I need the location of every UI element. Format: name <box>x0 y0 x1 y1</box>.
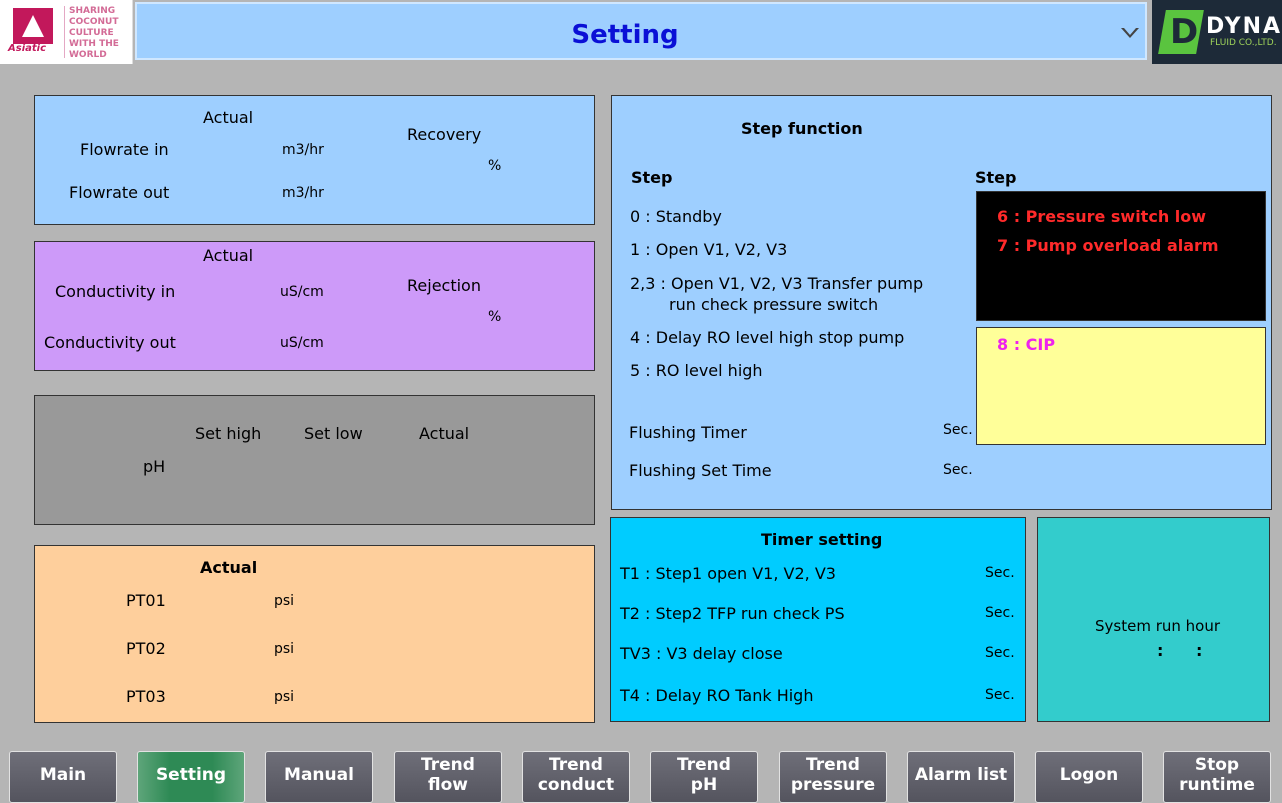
recovery-label: Recovery <box>407 125 482 144</box>
nav-manual-button[interactable]: Manual <box>265 751 373 803</box>
pt03-label: PT03 <box>126 687 166 706</box>
nav-alarm-list-button[interactable]: Alarm list <box>907 751 1015 803</box>
system-run-hour-label: System run hour <box>1095 617 1221 635</box>
step-function-title: Step function <box>741 119 863 138</box>
flowrate-out-label: Flowrate out <box>69 183 170 202</box>
cip-step-box: 8 : CIP <box>976 327 1266 445</box>
asiatic-logo: Asiatic SHARING COCONUT CULTURE WITH THE… <box>0 0 133 64</box>
recovery-unit: % <box>488 158 502 174</box>
nav-setting-button[interactable]: Setting <box>137 751 245 803</box>
flushing-set-time-label: Flushing Set Time <box>629 461 772 480</box>
alarm-step-box: 6 : Pressure switch low 7 : Pump overloa… <box>976 191 1266 321</box>
flowrate-out-unit: m3/hr <box>282 185 324 201</box>
cond-actual-label: Actual <box>203 246 254 265</box>
rejection-unit: % <box>488 309 502 325</box>
system-run-hour-panel: System run hour : : <box>1037 517 1270 722</box>
nav-trend-pressure-button[interactable]: Trend pressure <box>779 751 887 803</box>
run-hour-colon-2: : <box>1196 641 1203 660</box>
conductivity-in-label: Conductivity in <box>55 282 176 301</box>
timer-t1-unit: Sec. <box>985 565 1015 581</box>
nav-trend-conduct-button[interactable]: Trend conduct <box>522 751 630 803</box>
timer-setting-title: Timer setting <box>761 530 883 549</box>
rejection-label: Rejection <box>407 276 481 295</box>
pressure-actual-label: Actual <box>200 558 258 577</box>
timer-tv3-label: TV3 : V3 delay close <box>620 644 783 663</box>
timer-t4-label: T4 : Delay RO Tank High <box>620 686 814 705</box>
flow-actual-label: Actual <box>203 108 254 127</box>
dyna-name: DYNA <box>1206 14 1282 39</box>
flowrate-in-label: Flowrate in <box>80 140 169 159</box>
dyna-fluid-logo: D DYNA FLUID CO.,LTD. <box>1152 0 1282 64</box>
timer-setting-panel: Timer setting T1 : Step1 open V1, V2, V3… <box>610 517 1026 722</box>
ph-set-low-label: Set low <box>304 424 363 443</box>
step-5: 5 : RO level high <box>630 361 763 380</box>
conductivity-panel: Actual Rejection Conductivity in uS/cm %… <box>34 241 595 371</box>
nav-logon-button[interactable]: Logon <box>1035 751 1143 803</box>
nav-main-button[interactable]: Main <box>9 751 117 803</box>
asiatic-tagline: SHARING COCONUT CULTURE WITH THE WORLD <box>64 6 131 60</box>
step-2-3-cont: run check pressure switch <box>669 295 879 314</box>
flowrate-in-unit: m3/hr <box>282 142 324 158</box>
flow-panel: Actual Recovery Flowrate in m3/hr % Flow… <box>34 95 595 225</box>
timer-t2-label: T2 : Step2 TFP run check PS <box>620 604 845 623</box>
ph-actual-label: Actual <box>419 424 470 443</box>
timer-t2-unit: Sec. <box>985 605 1015 621</box>
ph-panel: Set high Set low Actual pH <box>34 395 595 525</box>
chevron-down-icon-inner <box>1124 28 1136 35</box>
step-6-alarm: 6 : Pressure switch low <box>997 207 1207 226</box>
step-4: 4 : Delay RO level high stop pump <box>630 328 905 347</box>
step-0: 0 : Standby <box>630 207 722 226</box>
pressure-panel: Actual PT01 psi PT02 psi PT03 psi <box>34 545 595 723</box>
pt03-unit: psi <box>274 689 295 705</box>
page-title: Setting <box>571 20 679 50</box>
pt02-unit: psi <box>274 641 295 657</box>
conductivity-in-unit: uS/cm <box>280 284 324 300</box>
conductivity-out-unit: uS/cm <box>280 335 324 351</box>
timer-t4-unit: Sec. <box>985 687 1015 703</box>
step-function-panel: Step function Step Step 0 : Standby 1 : … <box>611 95 1272 510</box>
ph-label: pH <box>143 457 166 476</box>
timer-t1-label: T1 : Step1 open V1, V2, V3 <box>620 564 836 583</box>
nav-trend-flow-button[interactable]: Trend flow <box>394 751 502 803</box>
run-hour-colon-1: : <box>1157 641 1164 660</box>
step-1: 1 : Open V1, V2, V3 <box>630 240 788 259</box>
asiatic-brand: Asiatic <box>8 43 47 54</box>
pt01-unit: psi <box>274 593 295 609</box>
flushing-timer-unit: Sec. <box>943 422 973 438</box>
flushing-set-time-unit: Sec. <box>943 462 973 478</box>
ph-set-high-label: Set high <box>195 424 262 443</box>
pt01-label: PT01 <box>126 591 166 610</box>
flushing-timer-label: Flushing Timer <box>629 423 747 442</box>
step-8-cip: 8 : CIP <box>997 335 1056 354</box>
triangle-icon <box>22 15 44 37</box>
title-bar[interactable]: Setting <box>135 2 1147 60</box>
dyna-d-icon: D <box>1170 12 1199 52</box>
step-2-3: 2,3 : Open V1, V2, V3 Transfer pump <box>630 274 924 293</box>
step-label: Step <box>631 168 673 187</box>
dyna-subtitle: FLUID CO.,LTD. <box>1210 38 1277 48</box>
nav-stop-runtime-button[interactable]: Stop runtime <box>1163 751 1271 803</box>
step-label-right: Step <box>975 168 1017 187</box>
conductivity-out-label: Conductivity out <box>44 333 176 352</box>
step-7-alarm: 7 : Pump overload alarm <box>997 236 1219 255</box>
timer-tv3-unit: Sec. <box>985 645 1015 661</box>
pt02-label: PT02 <box>126 639 166 658</box>
nav-trend-ph-button[interactable]: Trend pH <box>650 751 758 803</box>
